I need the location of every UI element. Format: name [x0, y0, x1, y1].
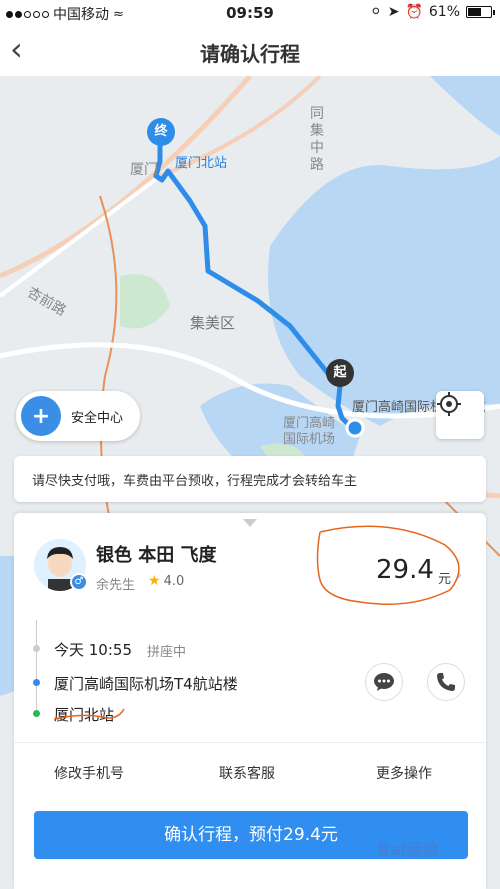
- contact-service-button[interactable]: 联系客服: [219, 763, 275, 783]
- shield-plus-icon: +: [21, 396, 61, 436]
- safety-center-label: 安全中心: [71, 410, 124, 426]
- departure-time: 今天 10:55: [54, 641, 132, 659]
- origin-address: 厦门高崎国际机场T4航站楼: [54, 675, 238, 693]
- safety-center-button[interactable]: + 安全中心: [16, 391, 140, 441]
- destination-station-label: 厦门北站: [175, 156, 228, 171]
- car-description: 银色 本田 飞度: [96, 545, 217, 566]
- alarm-icon: ⏰: [405, 4, 423, 20]
- time-dot: [33, 645, 40, 652]
- locate-button[interactable]: [436, 391, 484, 439]
- navigation-bar: ‹ 请确认行程: [0, 26, 500, 76]
- address-annotation-scribble: [53, 708, 125, 720]
- more-actions-button[interactable]: 更多操作: [376, 763, 432, 783]
- location-arrow-icon: ➤: [387, 4, 400, 20]
- start-pin: 起: [326, 359, 354, 387]
- phone-icon: [437, 673, 455, 691]
- battery-icon: [466, 6, 495, 18]
- locate-crosshair-icon: [437, 392, 461, 416]
- battery-percent: 61%: [428, 4, 460, 20]
- destination-dot: [33, 710, 40, 717]
- status-bar: 中国移动 ≈ 09:59 ⚪ ➤ ⏰ 61%: [0, 0, 500, 26]
- origin-dot: [33, 679, 40, 686]
- watermark: Bai经验: [378, 840, 439, 859]
- status-right: ⚪ ➤ ⏰ 61%: [369, 4, 495, 20]
- call-button[interactable]: [427, 663, 465, 701]
- driver-rating: ★ 4.0: [148, 573, 184, 589]
- payment-notice: 请尽快支付哦，车费由平台预收，行程完成才会转给车主: [14, 456, 486, 502]
- rating-value: 4.0: [163, 573, 185, 589]
- carpool-status: 拼座中: [147, 645, 187, 660]
- page-title: 请确认行程: [200, 42, 300, 66]
- driver-name: 余先生: [96, 578, 136, 593]
- price-annotation-scribble: [316, 525, 460, 606]
- male-gender-icon: ♂: [70, 573, 88, 591]
- end-pin: 终: [147, 118, 175, 146]
- airport-area-label: 厦门高崎 国际机场: [283, 416, 336, 447]
- timeline-line: [36, 620, 37, 713]
- destination-area-label: 厦门: [130, 162, 158, 178]
- road-label-tongji: 同集中路: [310, 106, 324, 173]
- district-label: 集美区: [190, 314, 236, 332]
- divider: [14, 742, 486, 743]
- collapse-caret-icon[interactable]: [243, 519, 257, 527]
- lock-rotation-icon: ⚪: [369, 4, 382, 20]
- star-icon: ★: [148, 573, 161, 589]
- change-phone-button[interactable]: 修改手机号: [54, 763, 124, 783]
- message-button[interactable]: [365, 663, 403, 701]
- chat-bubble-icon: [374, 673, 394, 691]
